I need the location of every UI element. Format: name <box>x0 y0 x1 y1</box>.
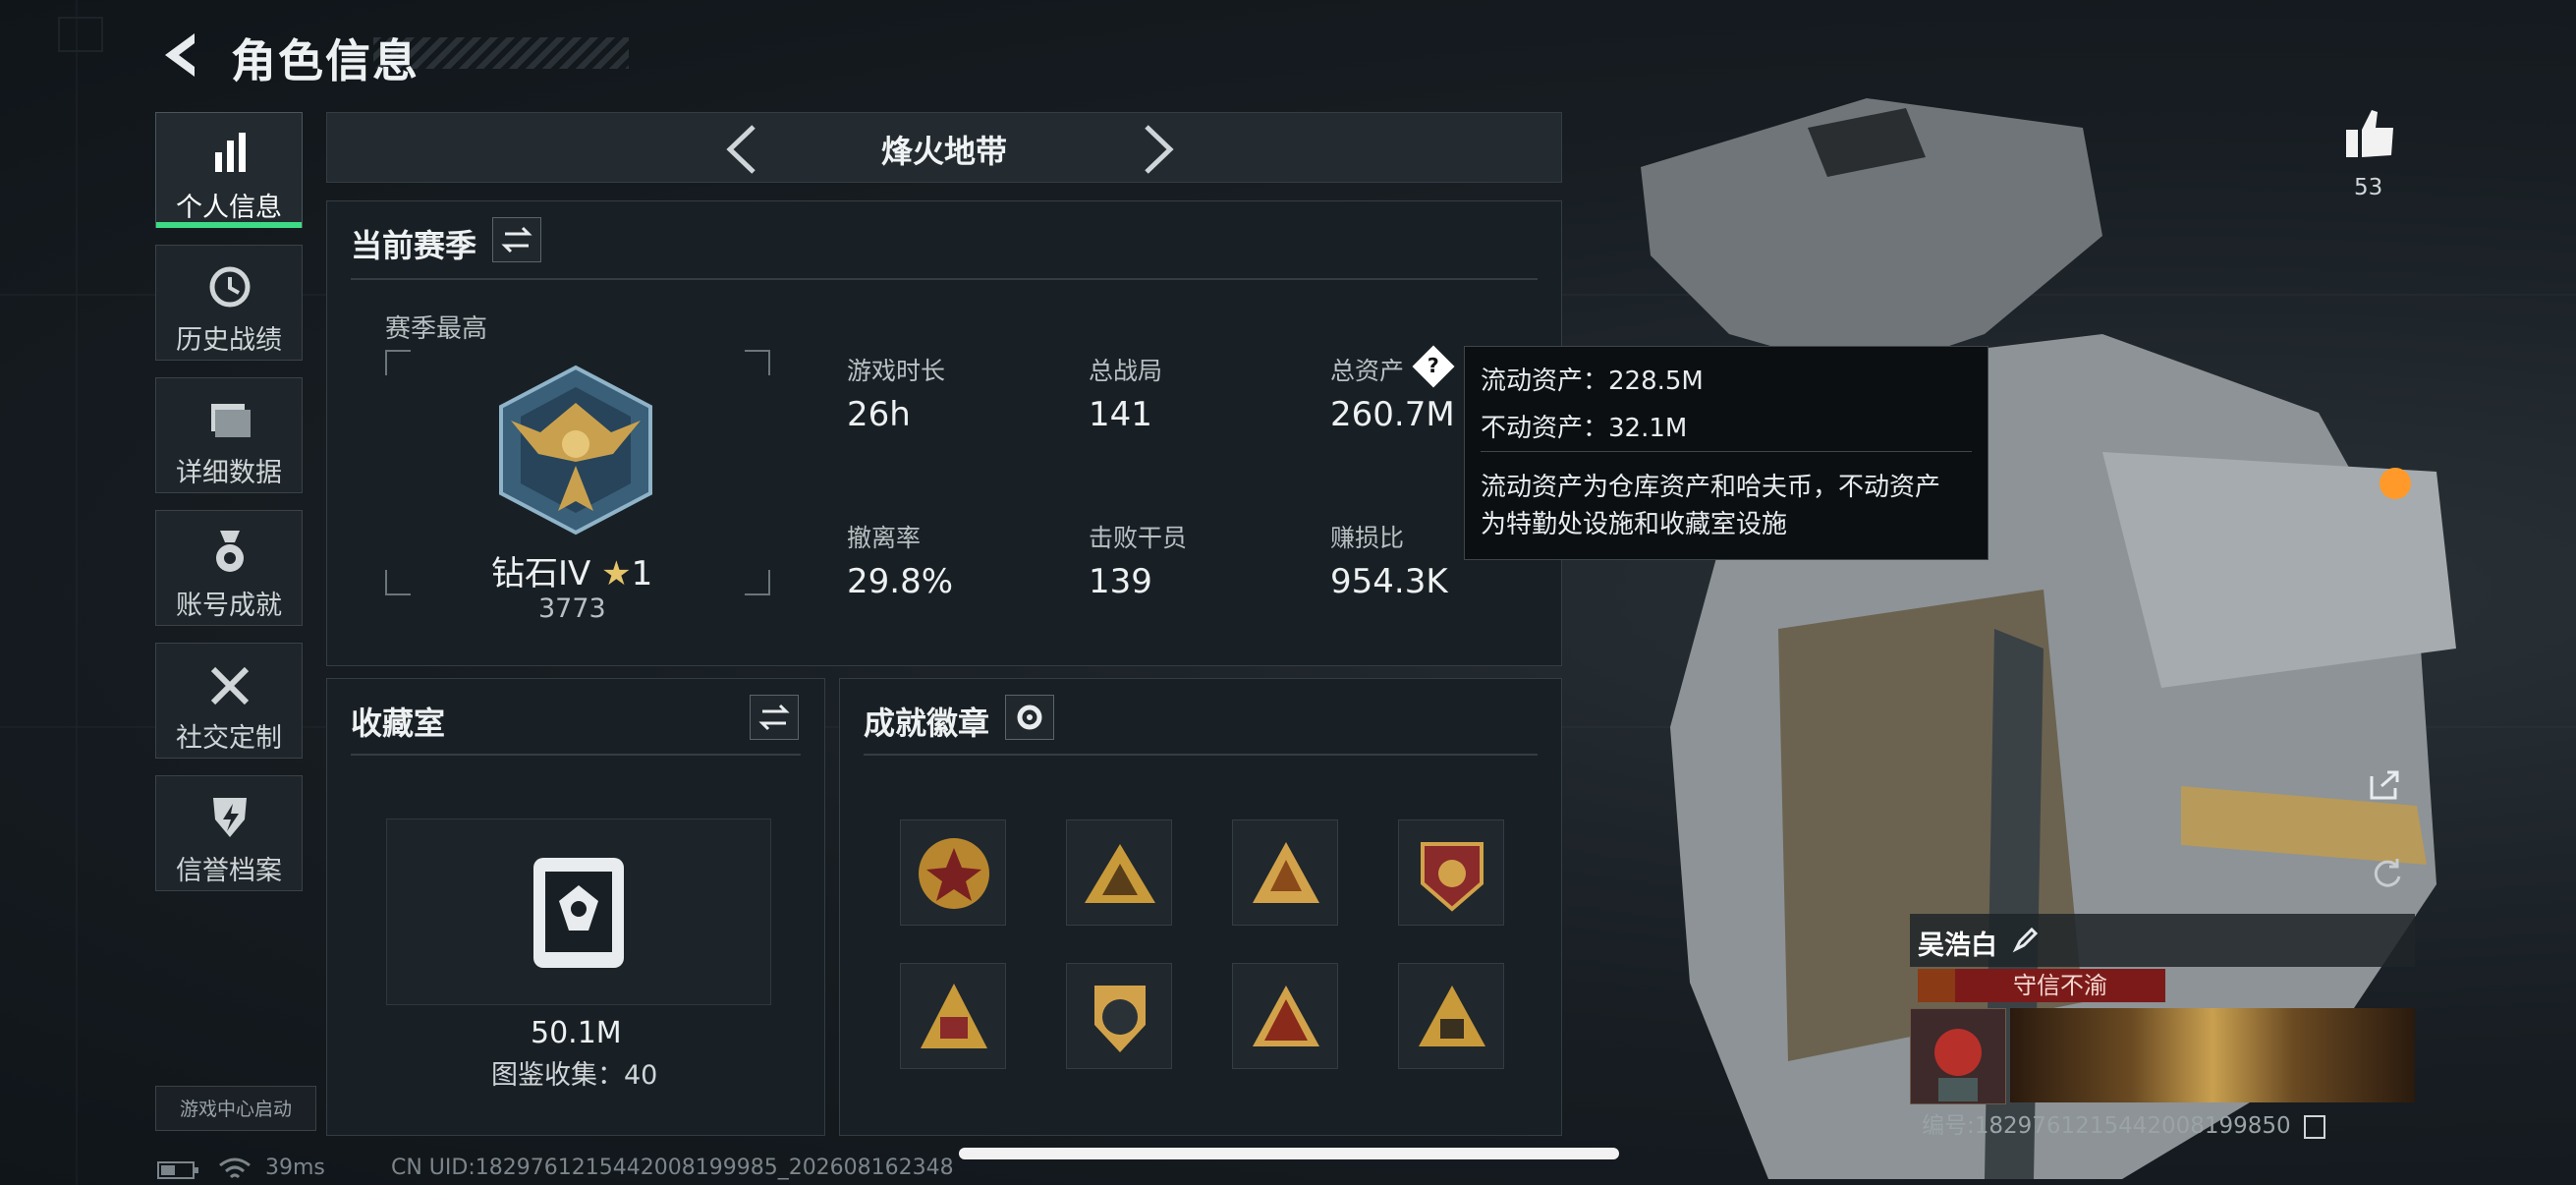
achievements-title: 成就徽章 <box>864 705 990 742</box>
sidebar-item-achievements[interactable]: 账号成就 <box>155 510 303 626</box>
stat-label-operators-defeated: 击败干员 <box>1089 524 1188 552</box>
rotate-icon[interactable] <box>2368 853 2407 892</box>
sidebar-item-label: 社交定制 <box>176 723 282 754</box>
honor-emblem-icon <box>1918 969 1955 1002</box>
tooltip-note-line-2: 为特勤处设施和收藏室设施 <box>1481 510 1788 539</box>
vault-title: 收藏室 <box>351 705 446 742</box>
achievement-badge[interactable] <box>900 819 1006 926</box>
vault-value: 50.1M <box>531 1016 622 1050</box>
season-title: 当前赛季 <box>351 227 477 264</box>
assets-tooltip: 流动资产：228.5M 不动资产：32.1M 流动资产为仓库资产和哈夫币，不动资… <box>1464 346 1988 560</box>
frame-corner <box>745 350 770 375</box>
tooltip-note-line-1: 流动资产为仓库资产和哈夫币，不动资产 <box>1481 473 1941 502</box>
stat-value-playtime: 26h <box>847 395 911 434</box>
sidebar-item-label: 个人信息 <box>176 193 282 223</box>
rank-points: 3773 <box>538 593 606 624</box>
stat-value-profit-ratio: 954.3K <box>1330 562 1448 601</box>
profile-banner <box>2010 1008 2415 1102</box>
frame-corner <box>385 570 411 595</box>
back-icon[interactable] <box>155 28 204 83</box>
star-icon: ★ <box>601 554 632 593</box>
edit-icon[interactable] <box>2012 926 2040 953</box>
stat-label-profit-ratio: 赚损比 <box>1330 524 1405 552</box>
page-title: 角色信息 <box>231 34 420 87</box>
achievement-badge[interactable] <box>1232 819 1338 926</box>
player-id: 编号:1829761215442008199850 <box>1922 1106 2325 1140</box>
switch-icon <box>501 226 532 254</box>
sidebar: 个人信息 历史战绩 详细数据 账号成就 社交定制 信誉档案 <box>155 112 305 908</box>
stat-label-playtime: 游戏时长 <box>847 357 946 385</box>
tooltip-liquid-assets: 流动资产：228.5M <box>1481 367 1704 396</box>
achievement-badge[interactable] <box>1066 819 1172 926</box>
stat-label-total-matches: 总战局 <box>1089 357 1163 385</box>
sidebar-item-detailed-data[interactable]: 详细数据 <box>155 377 303 493</box>
honor-title: 守信不渝 <box>1955 969 2165 1002</box>
game-center-launch-label: 游戏中心启动 <box>155 1086 316 1131</box>
sidebar-item-reputation[interactable]: 信誉档案 <box>155 775 303 891</box>
tooltip-fixed-assets: 不动资产：32.1M <box>1481 414 1688 443</box>
sidebar-item-label: 详细数据 <box>176 458 282 488</box>
sidebar-item-label: 历史战绩 <box>176 325 282 356</box>
stat-label-total-assets: 总资产 <box>1330 357 1405 385</box>
frame-corner <box>385 350 411 375</box>
stat-value-extraction-rate: 29.8% <box>847 562 954 601</box>
vault-collection: 图鉴收集：40 <box>491 1060 658 1091</box>
season-switch-button[interactable] <box>492 217 541 262</box>
achievements-settings-button[interactable] <box>1005 695 1054 740</box>
rank-stars: 1 <box>631 554 653 593</box>
bar-chart-icon <box>215 133 246 172</box>
cn-uid: CN UID:1829761215442008199985_2026081623… <box>391 1156 954 1180</box>
sidebar-item-personal-info[interactable]: 个人信息 <box>155 112 303 228</box>
folder-icon <box>211 404 251 437</box>
frame-corner <box>745 570 770 595</box>
mode-name: 烽火地带 <box>880 133 1007 170</box>
stat-value-total-matches: 141 <box>1089 395 1152 434</box>
next-mode-arrow-icon[interactable] <box>1133 123 1182 176</box>
achievement-badge[interactable] <box>1398 963 1504 1069</box>
achievement-badge[interactable] <box>1232 963 1338 1069</box>
panel-divider <box>351 754 801 756</box>
achievement-badge[interactable] <box>1398 819 1504 926</box>
sidebar-item-history[interactable]: 历史战绩 <box>155 245 303 361</box>
tools-icon <box>210 666 250 705</box>
clock-icon <box>209 266 251 308</box>
mode-selector: 烽火地带 <box>326 112 1562 183</box>
panel-divider <box>864 754 1538 756</box>
achievement-badge[interactable] <box>1066 963 1172 1069</box>
season-best-label: 赛季最高 <box>385 314 488 344</box>
battery-icon <box>157 1161 198 1179</box>
panel-divider <box>351 278 1538 280</box>
ping: 39ms <box>265 1156 325 1180</box>
stat-label-extraction-rate: 撤离率 <box>847 524 922 552</box>
vault-switch-button[interactable] <box>750 695 799 740</box>
medal-icon <box>216 531 244 572</box>
like-count: 53 <box>2354 175 2383 200</box>
tooltip-divider <box>1481 451 1972 452</box>
thumbs-up-icon[interactable] <box>2342 106 2399 161</box>
sidebar-item-social[interactable]: 社交定制 <box>155 643 303 759</box>
achievement-badge[interactable] <box>900 963 1006 1069</box>
stat-value-total-assets: 260.7M <box>1330 395 1455 434</box>
home-indicator[interactable] <box>959 1148 1619 1159</box>
switch-icon <box>758 704 790 731</box>
player-name: 吴浩白 <box>1918 931 1997 961</box>
rank-emblem-icon <box>499 365 652 536</box>
gear-icon <box>1017 705 1042 730</box>
shield-icon <box>213 798 247 837</box>
stat-value-operators-defeated: 139 <box>1089 562 1152 601</box>
avatar[interactable] <box>1910 1008 2006 1104</box>
vault-cabinet-icon <box>533 858 624 968</box>
share-icon[interactable] <box>2366 764 2405 804</box>
rank-name: 钻石IV ★1 <box>491 554 653 593</box>
copy-icon[interactable] <box>2304 1114 2325 1139</box>
sidebar-item-label: 信誉档案 <box>176 856 282 886</box>
sidebar-item-label: 账号成就 <box>176 591 282 621</box>
wifi-icon <box>219 1157 251 1179</box>
